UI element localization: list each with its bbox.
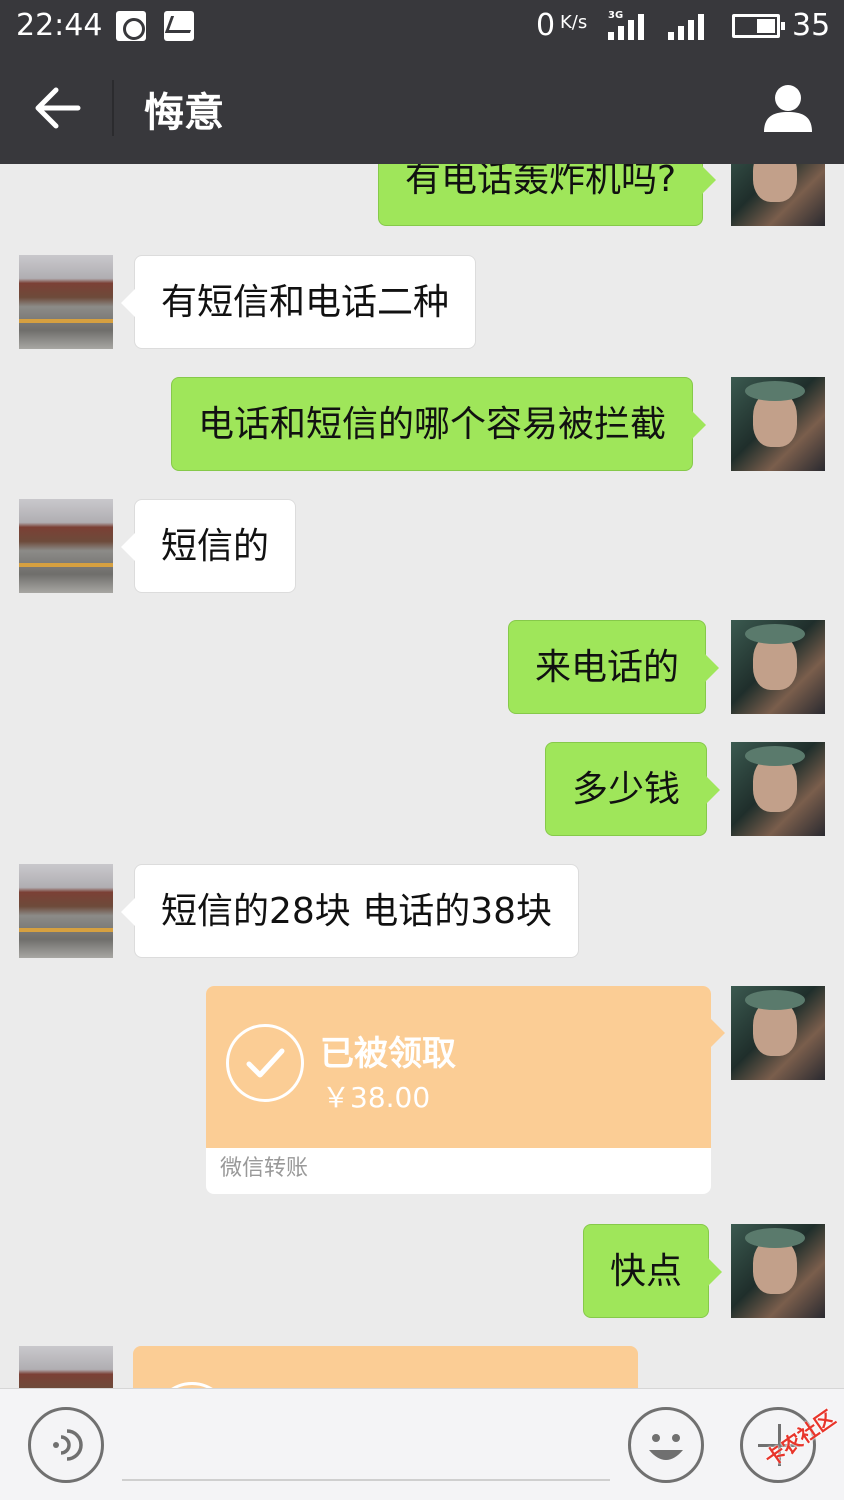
contact-avatar[interactable] bbox=[19, 1346, 113, 1388]
battery-icon bbox=[732, 14, 785, 38]
message-bubble-received[interactable]: 有短信和电话二种 bbox=[120, 255, 477, 349]
transfer-card-partial[interactable] bbox=[133, 1346, 638, 1388]
transfer-amount: ￥38.00 bbox=[322, 1081, 431, 1114]
message-bubble-sent[interactable]: 多少钱 bbox=[545, 742, 721, 836]
voice-icon bbox=[53, 1429, 83, 1461]
message-bubble-sent[interactable]: 来电话的 bbox=[508, 620, 720, 714]
message-bubble-sent[interactable]: 快点 bbox=[583, 1224, 723, 1318]
my-avatar[interactable] bbox=[731, 164, 825, 226]
message-bubble-sent[interactable]: 有电话轰炸机吗? bbox=[378, 164, 717, 226]
my-avatar[interactable] bbox=[731, 986, 825, 1080]
profile-button[interactable] bbox=[760, 80, 816, 136]
contact-avatar[interactable] bbox=[19, 499, 113, 593]
header-divider bbox=[112, 80, 114, 136]
transfer-card-header: 已被领取 ￥38.00 bbox=[206, 986, 711, 1148]
chat-title: 悔意 bbox=[144, 90, 224, 136]
contact-avatar[interactable] bbox=[19, 864, 113, 958]
my-avatar[interactable] bbox=[731, 1224, 825, 1318]
status-bar: 22:44 0 K/s 3G 35 bbox=[0, 0, 844, 52]
checkmark-icon bbox=[226, 1024, 304, 1102]
net-speed: 0 bbox=[536, 8, 556, 43]
net-speed-unit: K/s bbox=[560, 12, 588, 33]
voice-button[interactable] bbox=[28, 1407, 104, 1483]
my-avatar[interactable] bbox=[731, 377, 825, 471]
my-avatar[interactable] bbox=[731, 620, 825, 714]
message-list[interactable]: 有电话轰炸机吗? 有短信和电话二种 电话和短信的哪个容易被拦截 短信的 来电话的… bbox=[0, 164, 844, 1388]
battery-level: 35 bbox=[792, 8, 831, 43]
mail-icon bbox=[164, 11, 194, 41]
smiley-icon bbox=[649, 1434, 683, 1460]
status-time: 22:44 bbox=[16, 8, 103, 43]
uc-browser-icon bbox=[116, 11, 146, 41]
transfer-card[interactable]: 已被领取 ￥38.00 微信转账 bbox=[206, 986, 725, 1194]
back-button[interactable] bbox=[28, 82, 84, 134]
transfer-label: 微信转账 bbox=[220, 1156, 309, 1181]
arrow-left-icon bbox=[35, 87, 81, 129]
contact-avatar[interactable] bbox=[19, 255, 113, 349]
transfer-status: 已被领取 bbox=[320, 1034, 456, 1074]
message-bubble-received[interactable]: 短信的 bbox=[120, 499, 297, 593]
input-bar bbox=[0, 1388, 844, 1500]
message-bubble-received[interactable]: 短信的28块 电话的38块 bbox=[120, 864, 580, 958]
chat-header: 悔意 bbox=[0, 52, 844, 164]
emoji-button[interactable] bbox=[628, 1407, 704, 1483]
person-icon bbox=[764, 85, 812, 132]
my-avatar[interactable] bbox=[731, 742, 825, 836]
message-bubble-sent[interactable]: 电话和短信的哪个容易被拦截 bbox=[171, 377, 707, 471]
signal-icon bbox=[668, 12, 714, 40]
signal-icon bbox=[608, 12, 654, 40]
message-input[interactable] bbox=[122, 1409, 610, 1481]
